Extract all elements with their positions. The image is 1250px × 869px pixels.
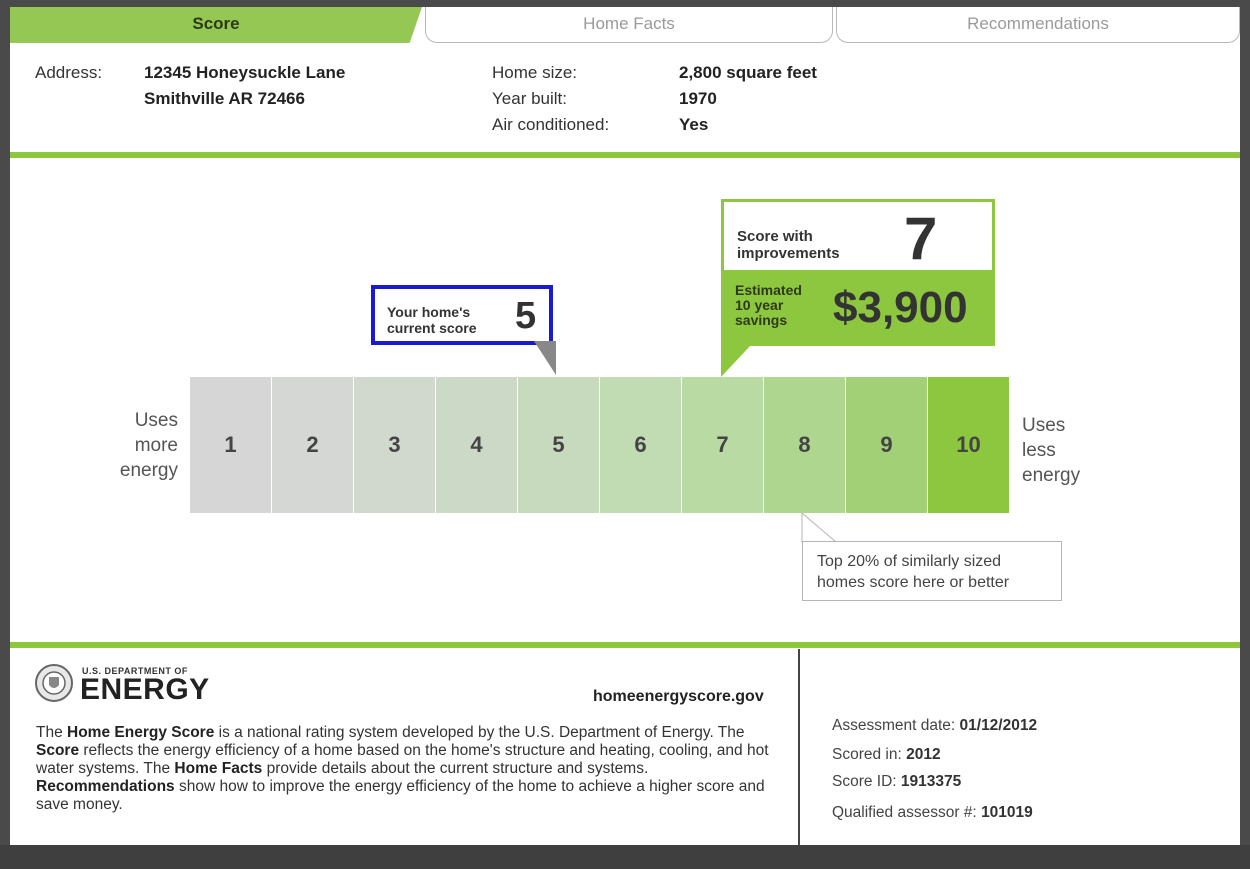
score-description: The Home Energy Score is a national rati…	[36, 724, 776, 814]
desc-text: provide details about the current struct…	[262, 760, 649, 777]
uses-less-energy-label: Uses less energy	[1022, 413, 1080, 488]
qualified-assessor-value: 101019	[981, 804, 1033, 821]
improved-score-value: 7	[904, 205, 938, 272]
address-line-2: Smithville AR 72466	[144, 89, 305, 108]
uses-more-energy-label: Uses more energy	[110, 408, 178, 483]
current-caption-line: current score	[387, 320, 477, 336]
savings-caption-line: Estimated	[735, 282, 802, 298]
qualified-assessor: Qualified assessor #: 101019	[832, 804, 1033, 822]
improved-score-pointer	[721, 345, 751, 377]
right-label-line: Uses	[1022, 415, 1066, 436]
scored-in-value: 2012	[906, 746, 941, 763]
website-link[interactable]: homeenergyscore.gov	[593, 688, 764, 706]
year-built-label: Year built:	[492, 89, 567, 108]
address-line-1: 12345 Honeysuckle Lane	[144, 63, 346, 82]
scale-cell-9: 9	[846, 377, 927, 513]
current-score-callout: Your home's current score 5	[371, 285, 553, 345]
tab-bar: Score Home Facts Recommendations	[10, 7, 1240, 45]
savings-value: $3,900	[833, 283, 968, 332]
scored-in-label: Scored in:	[832, 746, 902, 763]
scale-cell-5: 5	[518, 377, 599, 513]
top-20-percent-note: Top 20% of similarly sized homes score h…	[802, 541, 1062, 601]
scale-cell-4: 4	[436, 377, 517, 513]
air-conditioned-value: Yes	[679, 115, 709, 134]
scored-in: Scored in: 2012	[832, 746, 941, 764]
improvements-callout: Score with improvements 7 Estimated 10 y…	[721, 199, 995, 346]
footer-divider-line	[10, 642, 1240, 648]
home-size-label: Home size:	[492, 63, 578, 82]
improved-caption-line: Score with	[737, 228, 813, 245]
air-conditioned-label: Air conditioned:	[492, 115, 610, 134]
tab-recommendations[interactable]: Recommendations	[836, 7, 1240, 43]
left-label-line: Uses	[134, 410, 178, 431]
right-label-line: energy	[1022, 465, 1081, 486]
savings-caption-line: 10 year	[735, 297, 784, 313]
savings-caption: Estimated 10 year savings	[735, 283, 802, 328]
assessment-date: Assessment date: 01/12/2012	[832, 717, 1037, 735]
current-score-value: 5	[515, 295, 537, 337]
score-id-label: Score ID:	[832, 773, 897, 790]
scale-cell-1: 1	[190, 377, 271, 513]
tab-score[interactable]: Score	[10, 7, 422, 43]
desc-text: The	[36, 724, 68, 741]
desc-bold: Home Energy Score	[67, 724, 215, 741]
top-note-pointer	[801, 513, 838, 543]
savings-box: Estimated 10 year savings $3,900	[721, 273, 995, 346]
improved-score-caption: Score with improvements	[737, 228, 840, 262]
improved-score-box: Score with improvements 7	[721, 199, 995, 273]
scale-cell-2: 2	[272, 377, 353, 513]
desc-bold: Recommendations	[36, 778, 175, 795]
scale-cell-3: 3	[354, 377, 435, 513]
year-built-value: 1970	[679, 89, 717, 108]
doe-logo-big-text: ENERGY	[80, 673, 210, 706]
current-score-caption: Your home's current score	[387, 304, 476, 336]
improved-caption-line: improvements	[737, 245, 840, 262]
home-size-value: 2,800 square feet	[679, 63, 817, 82]
desc-bold: Home Facts	[174, 760, 263, 777]
left-label-line: energy	[119, 460, 178, 481]
top-divider	[10, 152, 1240, 158]
tab-home-facts[interactable]: Home Facts	[425, 7, 833, 43]
score-scale: 1 2 3 4 5 6 7 8 9 10	[190, 377, 1010, 513]
savings-caption-line: savings	[735, 312, 788, 328]
top-note-line: Top 20% of similarly sized	[817, 553, 1002, 570]
score-id-value: 1913375	[900, 773, 962, 790]
desc-text: is a national rating system developed by…	[214, 724, 745, 741]
desc-bold: Score	[36, 742, 80, 759]
footer-column-divider	[798, 649, 800, 845]
right-label-line: less	[1022, 440, 1056, 461]
assessment-date-value: 01/12/2012	[959, 717, 1038, 734]
qualified-assessor-label: Qualified assessor #:	[832, 804, 977, 821]
scale-cell-10: 10	[928, 377, 1009, 513]
address-label: Address:	[35, 63, 103, 82]
current-caption-line: Your home's	[387, 304, 471, 320]
top-note-line: homes score here or better	[817, 574, 1010, 591]
score-sheet: Score Home Facts Recommendations Address…	[10, 7, 1240, 845]
doe-logo: U.S. DEPARTMENT OF ENERGY	[34, 663, 244, 706]
scale-cell-7: 7	[682, 377, 763, 513]
score-id: Score ID: 1913375	[832, 773, 961, 791]
current-score-pointer	[534, 341, 556, 375]
bottom-bar	[0, 845, 1250, 869]
doe-seal-icon	[35, 664, 73, 702]
left-label-line: more	[134, 435, 178, 456]
assessment-date-label: Assessment date:	[832, 717, 956, 734]
scale-cell-6: 6	[600, 377, 681, 513]
scale-cell-8: 8	[764, 377, 845, 513]
